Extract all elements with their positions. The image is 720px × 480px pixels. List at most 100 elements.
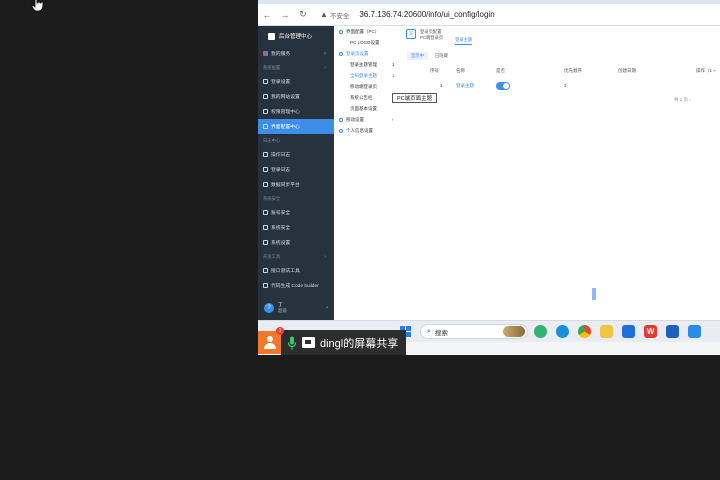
tooltip: PC端页面主题 bbox=[392, 93, 438, 103]
chevron-right-icon: › bbox=[324, 50, 326, 57]
filter-chip-hidden[interactable]: 已隐藏 bbox=[431, 52, 452, 60]
sidebar-item-16[interactable]: 代码生成 Code builder bbox=[258, 278, 334, 293]
subnav-item-label: 系统公告栏 bbox=[350, 94, 373, 100]
photos-icon[interactable] bbox=[688, 325, 701, 338]
sidebar-title: 后台管理中心 bbox=[279, 34, 313, 40]
sidebar-item-label: 权限管理中心 bbox=[271, 110, 300, 115]
toolbar-title: 登录页配置 bbox=[420, 29, 442, 34]
subnav-item-1[interactable]: PC LOGO设置 bbox=[334, 37, 404, 48]
wps-office-icon[interactable]: W bbox=[644, 325, 657, 338]
subnav-item-label: PC LOGO设置 bbox=[350, 39, 380, 45]
column-header-enabled: 是否 bbox=[496, 68, 505, 73]
config-icon[interactable]: ≡ bbox=[406, 29, 416, 39]
back-icon[interactable]: ← bbox=[258, 4, 276, 26]
pagination[interactable]: 共 1 页 › bbox=[674, 97, 691, 103]
subnav-item-2[interactable]: 登录页设置 bbox=[334, 48, 404, 59]
sidebar-item-label: 接口测试工具 bbox=[271, 269, 300, 274]
subnav-item-7[interactable]: 页面基本设置 bbox=[334, 103, 404, 114]
screen-share-icon[interactable] bbox=[302, 337, 315, 348]
menu-item-icon bbox=[263, 124, 268, 129]
sidebar-item-label: 我的网站设置 bbox=[271, 95, 300, 100]
edge-browser-icon[interactable] bbox=[556, 325, 569, 338]
menu-item-icon bbox=[263, 152, 268, 157]
sidebar-item-label: 操作日志 bbox=[271, 153, 291, 158]
mail-icon[interactable] bbox=[622, 325, 635, 338]
warning-icon: ▲ bbox=[320, 10, 328, 19]
chevron-right-icon: › bbox=[324, 64, 326, 71]
sidebar-item-label: 账号安全 bbox=[271, 211, 291, 216]
sidebar-item-label: 系统安全 bbox=[271, 226, 291, 231]
subnav-item-9[interactable]: 个人信息设置 bbox=[334, 125, 404, 136]
sidebar-section-1[interactable]: 系统配置 › bbox=[258, 61, 334, 74]
sidebar-item-5[interactable]: 界面配置中心 bbox=[258, 119, 334, 134]
sidebar-item-8[interactable]: 登录日志 bbox=[258, 162, 334, 177]
url-field[interactable]: 36.7.136.74:20600/info/ui_config/login bbox=[359, 10, 494, 19]
avatar: ? bbox=[264, 303, 274, 313]
hand-cursor-icon bbox=[31, 0, 44, 12]
remote-screen: ← → ↻ ▲ 不安全 36.7.136.74:20600/info/ui_co… bbox=[258, 0, 720, 355]
row-name-link[interactable]: 登录主题 bbox=[456, 83, 474, 89]
taskbar-search[interactable]: ⌕ 搜索 bbox=[420, 324, 528, 339]
forward-icon[interactable]: → bbox=[276, 4, 294, 26]
sidebar-item-7[interactable]: 操作日志 bbox=[258, 147, 334, 162]
green-app-icon[interactable] bbox=[534, 325, 547, 338]
circle-icon bbox=[339, 128, 343, 133]
sidebar-item-label: 数据同步平台 bbox=[271, 183, 300, 188]
menu-item-icon bbox=[263, 182, 268, 187]
tab-login-theme[interactable]: 登录主题 bbox=[455, 37, 473, 45]
enabled-toggle[interactable] bbox=[496, 82, 510, 90]
menu-item-icon bbox=[263, 225, 268, 230]
menu-item-icon bbox=[263, 268, 268, 273]
presenter-avatar[interactable]: 1 bbox=[258, 327, 284, 354]
sidebar-item-2[interactable]: 登录设置 bbox=[258, 74, 334, 89]
sidebar-item-9[interactable]: 数据同步平台 bbox=[258, 177, 334, 192]
file-explorer-icon[interactable] bbox=[600, 325, 613, 338]
sidebar-item-13[interactable]: 系统设置 bbox=[258, 235, 334, 250]
sidebar-section-6[interactable]: 日志中心 bbox=[258, 134, 334, 147]
reload-icon[interactable]: ↻ bbox=[294, 4, 312, 26]
subnav-item-8[interactable]: 移动设置 › bbox=[334, 114, 404, 125]
menu-item-icon bbox=[263, 94, 268, 99]
subnav-item-0[interactable]: 界面配置（PC） bbox=[334, 26, 404, 37]
user-chevron-icon: › bbox=[326, 305, 328, 311]
search-placeholder: 搜索 bbox=[434, 329, 448, 337]
share-control-bar: dingl的屏幕共享 bbox=[281, 330, 407, 355]
sidebar-item-0[interactable]: 我的服务 › bbox=[258, 46, 334, 61]
subnav-item-label: 登录主题管理 bbox=[350, 61, 377, 67]
subnav-item-4[interactable]: 全局登录主题 1 bbox=[334, 70, 404, 81]
sidebar-section-14[interactable]: 开发工具 › bbox=[258, 250, 334, 263]
microphone-icon[interactable] bbox=[287, 336, 297, 350]
sub-navigation: 界面配置（PC） PC LOGO设置登录页设置登录主题管理 1 全局登录主题 1 移动端登… bbox=[334, 26, 404, 136]
store-icon[interactable] bbox=[666, 325, 679, 338]
security-indicator[interactable]: ▲ 不安全 bbox=[320, 10, 349, 20]
sidebar-item-label: 界面配置中心 bbox=[271, 125, 300, 130]
subnav-item-3[interactable]: 登录主题管理 1 bbox=[334, 59, 404, 70]
filter-chip-shown[interactable]: 显示中 bbox=[407, 52, 428, 60]
menu-item-icon bbox=[263, 51, 268, 56]
share-title: dingl的屏幕共享 bbox=[320, 337, 399, 350]
cube-logo-icon bbox=[268, 32, 275, 40]
sidebar-header: 后台管理中心 bbox=[258, 26, 334, 46]
admin-sidebar: 后台管理中心 我的服务 › 系统配置 › 登录设置 我的网站设置 权限管理中心 界面配置中心日… bbox=[258, 26, 334, 320]
subnav-item-count: › bbox=[392, 117, 394, 122]
subnav-item-5[interactable]: 移动端登录页 bbox=[334, 81, 404, 92]
search-icon: ⌕ bbox=[427, 327, 431, 335]
subnav-item-label: 个人信息设置 bbox=[346, 127, 373, 133]
scroll-indicator[interactable] bbox=[592, 288, 596, 300]
sidebar-item-15[interactable]: 接口测试工具 bbox=[258, 263, 334, 278]
sidebar-item-3[interactable]: 我的网站设置 bbox=[258, 89, 334, 104]
sidebar-item-11[interactable]: 账号安全 bbox=[258, 205, 334, 220]
sidebar-item-12[interactable]: 系统安全 bbox=[258, 220, 334, 235]
column-header-priority: 优先顺序 bbox=[564, 68, 582, 73]
subnav-item-label: 登录页设置 bbox=[346, 50, 369, 56]
subnav-item-label: 移动端登录页 bbox=[350, 83, 377, 89]
sidebar-section-10[interactable]: 系统安全 bbox=[258, 192, 334, 205]
sidebar-item-label: 我的服务 bbox=[271, 52, 291, 57]
toolbar-text: 登录页配置 PC端登录页 bbox=[420, 29, 443, 40]
sidebar-user[interactable]: ? 丁 超级 › bbox=[258, 296, 334, 320]
sidebar-item-4[interactable]: 权限管理中心 bbox=[258, 104, 334, 119]
circle-icon bbox=[339, 51, 343, 56]
user-role: 超级 bbox=[278, 308, 287, 313]
toolbar-subtitle: PC端登录页 bbox=[420, 34, 444, 40]
chrome-browser-icon[interactable] bbox=[578, 325, 591, 338]
